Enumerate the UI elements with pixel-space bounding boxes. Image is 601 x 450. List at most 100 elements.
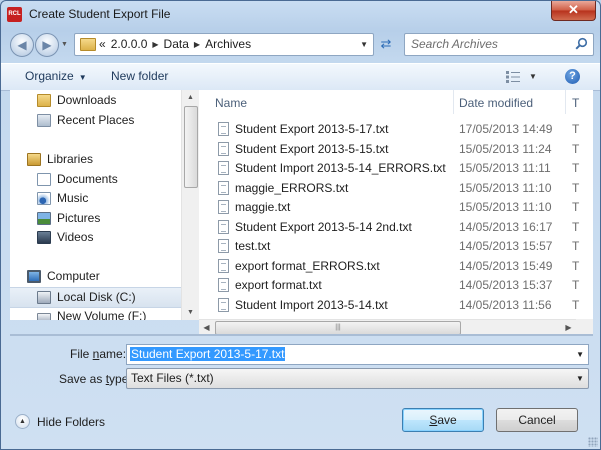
help-icon[interactable]: ? bbox=[565, 69, 580, 84]
drive-icon bbox=[37, 313, 51, 320]
sidebar-item-label: New Volume (F:) bbox=[57, 309, 147, 320]
file-name-value[interactable]: Student Export 2013-5-17.txt bbox=[130, 347, 286, 361]
views-icon[interactable] bbox=[506, 71, 520, 83]
scroll-right-icon[interactable]: ▶ bbox=[561, 320, 576, 335]
breadcrumb-item[interactable]: 2.0.0.0 bbox=[111, 37, 148, 51]
file-date: 14/05/2013 15:57 bbox=[459, 239, 553, 253]
sidebar-item-downloads[interactable]: Downloads bbox=[10, 91, 181, 110]
sidebar-item-libraries[interactable]: Libraries bbox=[10, 150, 181, 169]
chevron-down-icon: ▼ bbox=[78, 73, 87, 82]
search-input[interactable] bbox=[411, 37, 571, 51]
resize-grip[interactable] bbox=[588, 437, 598, 447]
column-header-date-modified[interactable]: Date modified bbox=[459, 90, 533, 115]
file-date: 15/05/2013 11:24 bbox=[459, 142, 552, 156]
sidebar-item-pictures[interactable]: Pictures bbox=[10, 209, 181, 228]
file-row[interactable]: export format.txt 14/05/2013 15:37 T bbox=[215, 276, 593, 295]
sidebar-item-computer[interactable]: Computer bbox=[10, 267, 181, 286]
file-type: T bbox=[572, 122, 580, 136]
sidebar-item-recent-places[interactable]: Recent Places bbox=[10, 111, 181, 130]
file-date: 14/05/2013 15:49 bbox=[459, 259, 553, 273]
sidebar-item-label: Local Disk (C:) bbox=[57, 290, 136, 304]
breadcrumb-separator-icon[interactable]: ▶ bbox=[152, 40, 158, 49]
file-date: 15/05/2013 11:10 bbox=[459, 181, 552, 195]
file-date: 14/05/2013 16:17 bbox=[459, 220, 553, 234]
scroll-down-icon[interactable]: ▼ bbox=[182, 305, 199, 320]
sidebar-item-documents[interactable]: Documents bbox=[10, 170, 181, 189]
file-type: T bbox=[572, 181, 580, 195]
file-row[interactable]: export format_ERRORS.txt 14/05/2013 15:49… bbox=[215, 257, 593, 276]
chevron-down-icon[interactable]: ▼ bbox=[576, 350, 584, 359]
text-file-icon bbox=[218, 181, 229, 195]
file-list: Name Date modified T Student Export 2013… bbox=[199, 90, 593, 320]
file-row[interactable]: test.txt 14/05/2013 15:57 T bbox=[215, 237, 593, 256]
column-header-name[interactable]: Name bbox=[215, 90, 247, 115]
organize-button[interactable]: Organize ▼ bbox=[25, 69, 87, 83]
scrollbar-thumb[interactable]: ||| bbox=[215, 321, 461, 335]
file-type: T bbox=[572, 161, 580, 175]
command-bar: Organize ▼ New folder ▼ ? bbox=[1, 63, 600, 91]
horizontal-scrollbar[interactable]: ◀ ||| ▶ bbox=[199, 319, 576, 335]
file-row[interactable]: Student Export 2013-5-17.txt 17/05/2013 1… bbox=[215, 120, 593, 139]
search-icon[interactable] bbox=[575, 37, 588, 50]
save-as-type-label-prefix: Save as bbox=[59, 372, 106, 386]
breadcrumb: « 2.0.0.0 ▶ Data ▶ Archives bbox=[99, 37, 251, 51]
file-type: T bbox=[572, 142, 580, 156]
breadcrumb-item[interactable]: Archives bbox=[205, 37, 251, 51]
file-row[interactable]: maggie_ERRORS.txt 15/05/2013 11:10 T bbox=[215, 179, 593, 198]
file-name-label-prefix: File bbox=[70, 347, 93, 361]
scrollbar-thumb[interactable] bbox=[184, 106, 198, 188]
refresh-button[interactable]: ⇄ bbox=[376, 34, 396, 54]
text-file-icon bbox=[218, 161, 229, 175]
file-row[interactable]: maggie.txt 15/05/2013 11:10 T bbox=[215, 198, 593, 217]
breadcrumb-overflow[interactable]: « bbox=[99, 37, 106, 51]
file-name-input[interactable]: Student Export 2013-5-17.txt ▼ bbox=[126, 344, 589, 365]
text-file-icon bbox=[218, 239, 229, 253]
text-file-icon bbox=[218, 298, 229, 312]
file-row[interactable]: Student Import 2013-5-14.txt 14/05/2013 1… bbox=[215, 296, 593, 315]
file-row[interactable]: Student Export 2013-5-14 2nd.txt 14/05/20… bbox=[215, 218, 593, 237]
documents-icon bbox=[37, 173, 51, 186]
music-icon bbox=[37, 192, 51, 205]
address-dropdown-icon[interactable]: ▼ bbox=[360, 40, 368, 49]
navigation-scrollbar[interactable]: ▲ ▼ bbox=[181, 90, 199, 320]
save-as-type-select[interactable]: Text Files (*.txt) ▼ bbox=[126, 368, 589, 389]
file-name: maggie_ERRORS.txt bbox=[235, 181, 349, 195]
close-button[interactable]: ✕ bbox=[551, 1, 596, 21]
file-type: T bbox=[572, 278, 580, 292]
sidebar-item-label: Recent Places bbox=[57, 113, 135, 127]
sidebar-item-videos[interactable]: Videos bbox=[10, 228, 181, 247]
recent-locations-dropdown-icon[interactable]: ▼ bbox=[61, 41, 68, 48]
back-button[interactable]: ◀ bbox=[10, 33, 34, 57]
text-file-icon bbox=[218, 122, 229, 136]
breadcrumb-item[interactable]: Data bbox=[164, 37, 189, 51]
sidebar-item-music[interactable]: Music bbox=[10, 189, 181, 208]
file-date: 17/05/2013 14:49 bbox=[459, 122, 553, 136]
scroll-up-icon[interactable]: ▲ bbox=[182, 90, 199, 105]
chevron-down-icon[interactable]: ▼ bbox=[572, 369, 588, 388]
column-header-type[interactable]: T bbox=[572, 90, 579, 115]
column-divider[interactable] bbox=[453, 90, 454, 114]
computer-icon bbox=[27, 270, 41, 283]
file-type: T bbox=[572, 220, 580, 234]
search-box[interactable] bbox=[404, 33, 594, 56]
forward-button[interactable]: ▶ bbox=[35, 33, 59, 57]
save-as-type-label: Save as type: bbox=[59, 372, 132, 386]
column-divider[interactable] bbox=[565, 90, 566, 114]
navigation-pane: Downloads Recent Places Libraries Docume… bbox=[10, 90, 181, 320]
breadcrumb-separator-icon[interactable]: ▶ bbox=[194, 40, 200, 49]
cancel-button[interactable]: Cancel bbox=[496, 408, 578, 432]
scroll-left-icon[interactable]: ◀ bbox=[199, 320, 214, 335]
save-button[interactable]: Save bbox=[402, 408, 484, 432]
text-file-icon bbox=[218, 220, 229, 234]
file-name: export format_ERRORS.txt bbox=[235, 259, 380, 273]
file-row[interactable]: Student Export 2013-5-15.txt 15/05/2013 1… bbox=[215, 140, 593, 159]
sidebar-item-new-volume[interactable]: New Volume (F:) bbox=[10, 307, 181, 320]
file-name-label-rest: ame: bbox=[99, 347, 127, 361]
views-dropdown-icon[interactable]: ▼ bbox=[529, 72, 537, 81]
file-row[interactable]: Student Import 2013-5-14_ERRORS.txt 15/05… bbox=[215, 159, 593, 178]
sidebar-item-local-disk[interactable]: Local Disk (C:) bbox=[10, 287, 181, 308]
address-bar[interactable]: « 2.0.0.0 ▶ Data ▶ Archives ▼ bbox=[74, 33, 374, 56]
new-folder-button[interactable]: New folder bbox=[111, 69, 168, 83]
sidebar-item-label: Pictures bbox=[57, 211, 101, 225]
pane-divider bbox=[10, 334, 593, 336]
